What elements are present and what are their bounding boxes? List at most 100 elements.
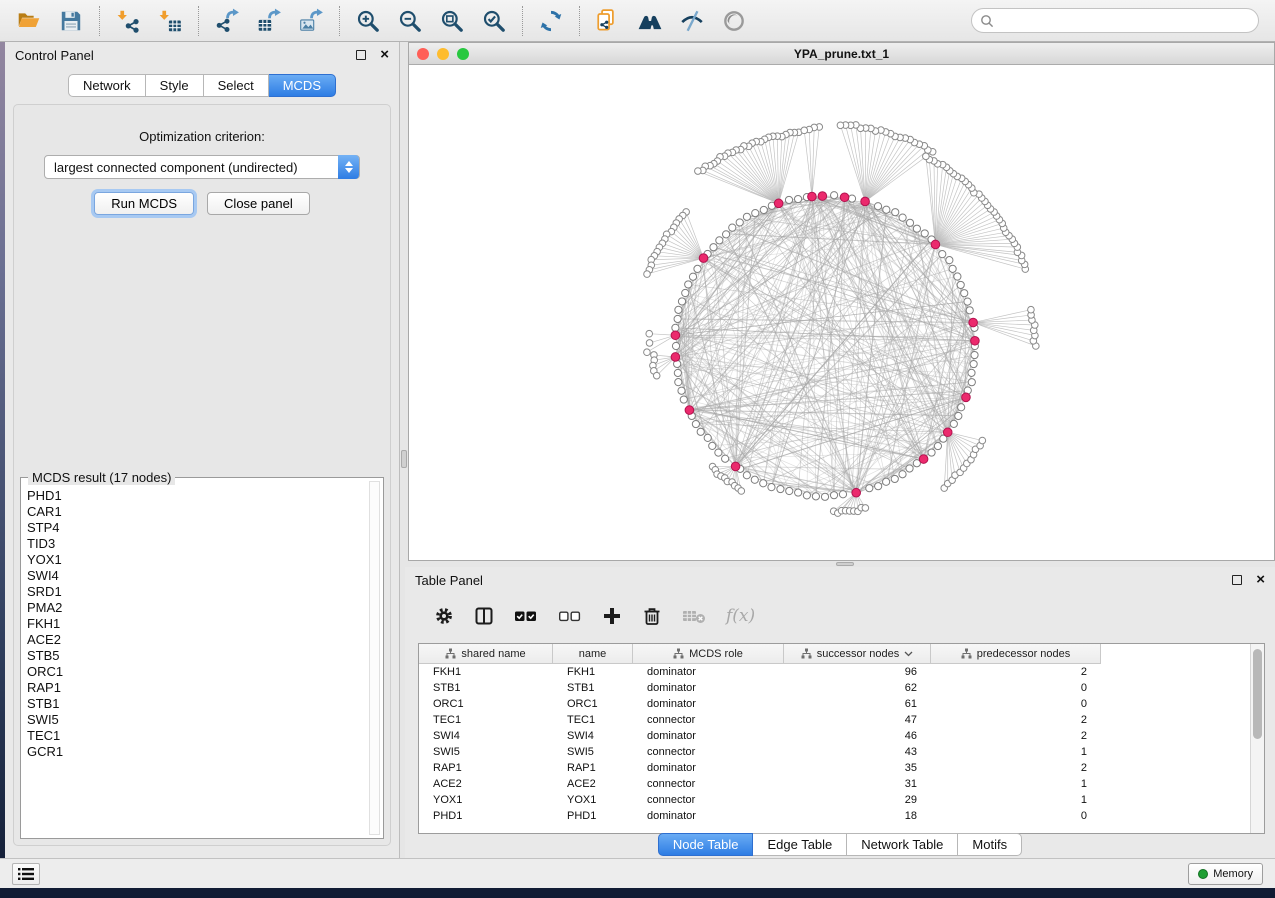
graph-node[interactable] bbox=[821, 493, 828, 500]
mcds-result-item[interactable]: STB5 bbox=[27, 648, 365, 664]
graph-node[interactable] bbox=[928, 449, 935, 456]
search-network-button[interactable] bbox=[631, 4, 669, 38]
graph-node[interactable] bbox=[680, 396, 687, 403]
graph-node[interactable] bbox=[883, 478, 890, 485]
column-layout-icon[interactable] bbox=[474, 606, 494, 626]
table-row[interactable]: ACE2ACE2connector311 bbox=[419, 776, 1250, 792]
float-panel-icon[interactable] bbox=[356, 50, 366, 60]
tab-style[interactable]: Style bbox=[146, 74, 204, 97]
zoom-fit-button[interactable] bbox=[433, 4, 471, 38]
mcds-result-item[interactable]: FKH1 bbox=[27, 616, 365, 632]
table-row[interactable]: SWI5SWI5connector431 bbox=[419, 744, 1250, 760]
column-header-successor-nodes[interactable]: successor nodes bbox=[784, 644, 931, 664]
graph-node[interactable] bbox=[674, 369, 681, 376]
tab-select[interactable]: Select bbox=[204, 74, 269, 97]
table-row[interactable]: ORC1ORC1dominator610 bbox=[419, 696, 1250, 712]
graph-node[interactable] bbox=[966, 307, 973, 314]
graph-hub-node[interactable] bbox=[671, 353, 680, 362]
network-canvas[interactable] bbox=[409, 65, 1274, 560]
table-row[interactable]: RAP1RAP1dominator352 bbox=[419, 760, 1250, 776]
memory-button[interactable]: Memory bbox=[1188, 863, 1263, 885]
graph-hub-node[interactable] bbox=[699, 254, 708, 263]
graph-hub-node[interactable] bbox=[971, 336, 980, 345]
delete-table-icon[interactable] bbox=[682, 607, 706, 625]
graph-node[interactable] bbox=[768, 484, 775, 491]
graph-node[interactable] bbox=[709, 442, 716, 449]
run-mcds-button[interactable]: Run MCDS bbox=[94, 192, 194, 215]
graph-leaf-node[interactable] bbox=[862, 505, 869, 512]
graph-node[interactable] bbox=[743, 472, 750, 479]
mcds-result-item[interactable]: YOX1 bbox=[27, 552, 365, 568]
function-builder-icon[interactable]: f(x) bbox=[726, 606, 755, 626]
optimization-criterion-select[interactable]: largest connected component (undirected) bbox=[44, 155, 360, 179]
save-session-button[interactable] bbox=[52, 4, 90, 38]
graph-leaf-node[interactable] bbox=[695, 168, 702, 175]
mcds-result-scrollbar[interactable] bbox=[369, 481, 380, 835]
graph-node[interactable] bbox=[970, 360, 977, 367]
graph-node[interactable] bbox=[934, 442, 941, 449]
mcds-result-item[interactable]: ACE2 bbox=[27, 632, 365, 648]
close-panel-button[interactable]: Close panel bbox=[207, 192, 310, 215]
graph-node[interactable] bbox=[675, 379, 682, 386]
tab-node-table[interactable]: Node Table bbox=[658, 833, 754, 856]
network-window-titlebar[interactable]: YPA_prune.txt_1 bbox=[409, 43, 1274, 65]
graph-node[interactable] bbox=[812, 493, 819, 500]
graph-node[interactable] bbox=[949, 265, 956, 272]
graph-node[interactable] bbox=[729, 224, 736, 231]
graph-node[interactable] bbox=[760, 480, 767, 487]
close-panel-icon[interactable]: × bbox=[380, 50, 389, 60]
graph-hub-node[interactable] bbox=[852, 488, 861, 497]
search-input[interactable] bbox=[999, 14, 1250, 28]
graph-node[interactable] bbox=[954, 273, 961, 280]
graph-node[interactable] bbox=[716, 237, 723, 244]
graph-hub-node[interactable] bbox=[943, 428, 952, 437]
graph-node[interactable] bbox=[682, 289, 689, 296]
graph-leaf-node[interactable] bbox=[646, 340, 653, 347]
mcds-result-list[interactable]: PHD1CAR1STP4TID3YOX1SWI4SRD1PMA2FKH1ACE2… bbox=[27, 488, 365, 834]
graph-hub-node[interactable] bbox=[861, 197, 870, 206]
graph-node[interactable] bbox=[899, 471, 906, 478]
mcds-result-item[interactable]: SRD1 bbox=[27, 584, 365, 600]
search-box[interactable] bbox=[971, 8, 1259, 33]
graph-node[interactable] bbox=[760, 206, 767, 213]
graph-node[interactable] bbox=[694, 265, 701, 272]
table-row[interactable]: PHD1PHD1dominator180 bbox=[419, 808, 1250, 824]
graph-node[interactable] bbox=[794, 195, 801, 202]
export-network-button[interactable] bbox=[208, 4, 246, 38]
graph-hub-node[interactable] bbox=[685, 406, 694, 415]
task-history-button[interactable] bbox=[12, 863, 40, 885]
graph-node[interactable] bbox=[786, 487, 793, 494]
table-row[interactable]: FKH1FKH1dominator962 bbox=[419, 664, 1250, 680]
graph-leaf-node[interactable] bbox=[801, 127, 808, 134]
graph-node[interactable] bbox=[848, 195, 855, 202]
graph-leaf-node[interactable] bbox=[644, 271, 651, 278]
open-file-button[interactable] bbox=[10, 4, 48, 38]
import-network-button[interactable] bbox=[109, 4, 147, 38]
graph-leaf-node[interactable] bbox=[837, 122, 844, 129]
hide-panel-button[interactable] bbox=[673, 4, 711, 38]
splitter-handle[interactable] bbox=[401, 450, 407, 468]
graph-leaf-node[interactable] bbox=[979, 437, 986, 444]
graph-node[interactable] bbox=[906, 465, 913, 472]
graph-node[interactable] bbox=[950, 420, 957, 427]
graph-node[interactable] bbox=[891, 475, 898, 482]
zoom-selected-button[interactable] bbox=[475, 4, 513, 38]
graph-hub-node[interactable] bbox=[808, 192, 817, 201]
graph-hub-node[interactable] bbox=[919, 455, 928, 464]
graph-node[interactable] bbox=[803, 492, 810, 499]
graph-node[interactable] bbox=[899, 214, 906, 221]
delete-column-icon[interactable] bbox=[642, 606, 662, 626]
graph-node[interactable] bbox=[946, 257, 953, 264]
tab-motifs[interactable]: Motifs bbox=[958, 833, 1022, 856]
graph-hub-node[interactable] bbox=[731, 462, 740, 471]
mcds-result-item[interactable]: SWI4 bbox=[27, 568, 365, 584]
graph-node[interactable] bbox=[722, 455, 729, 462]
graph-node[interactable] bbox=[704, 434, 711, 441]
column-header-predecessor-nodes[interactable]: predecessor nodes bbox=[931, 644, 1101, 664]
graph-node[interactable] bbox=[697, 428, 704, 435]
table-row[interactable]: YOX1YOX1connector291 bbox=[419, 792, 1250, 808]
graph-node[interactable] bbox=[913, 225, 920, 232]
settings-gear-icon[interactable] bbox=[434, 606, 454, 626]
graph-node[interactable] bbox=[968, 369, 975, 376]
graph-node[interactable] bbox=[958, 404, 965, 411]
